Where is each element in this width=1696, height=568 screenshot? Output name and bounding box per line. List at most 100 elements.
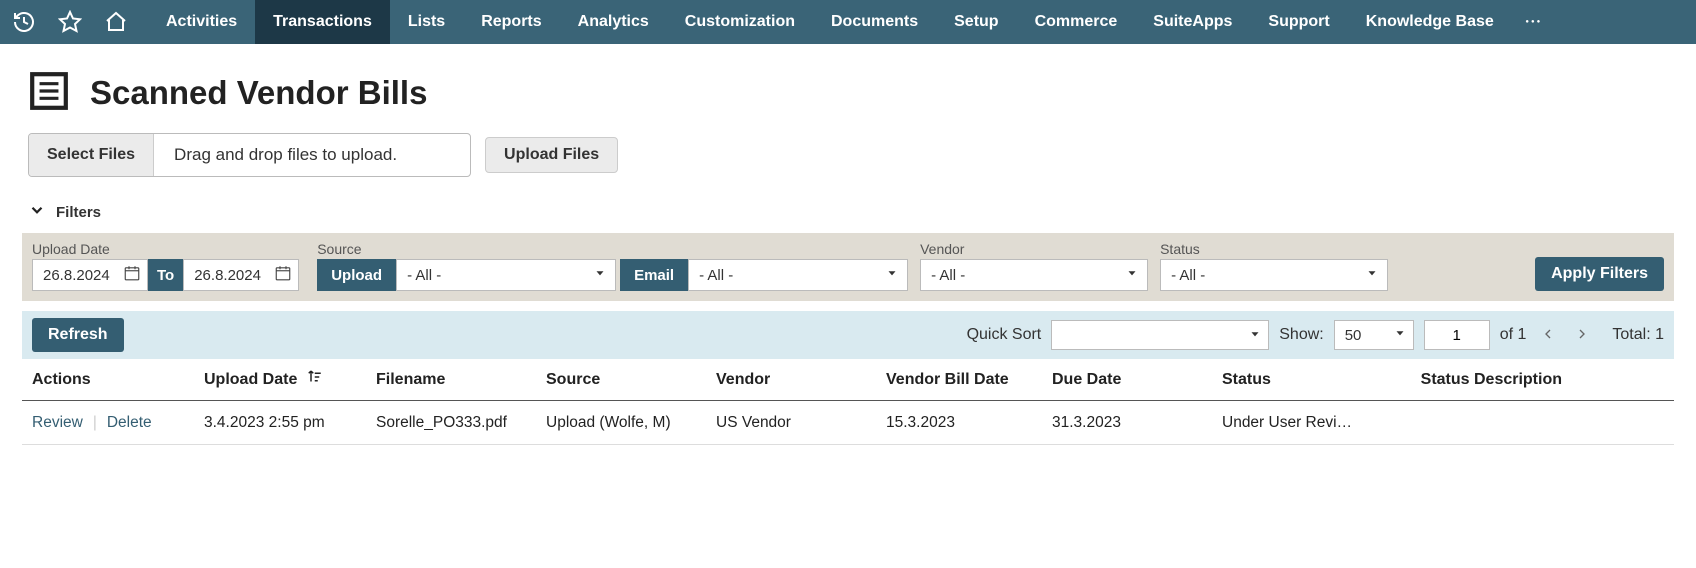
upload-files-button[interactable]: Upload Files — [485, 137, 618, 173]
filter-source: Source Upload - All - Email - All - — [317, 241, 908, 291]
home-icon[interactable] — [104, 10, 128, 34]
delete-link[interactable]: Delete — [107, 414, 152, 432]
upload-dropzone[interactable]: Select Files Drag and drop files to uplo… — [28, 133, 471, 177]
caret-down-icon — [1248, 327, 1262, 344]
cell-due-date: 31.3.2023 — [1052, 414, 1222, 432]
vendor-select[interactable]: - All - — [920, 259, 1148, 291]
top-nav: Activities Transactions Lists Reports An… — [0, 0, 1696, 44]
from-date-input[interactable]: 26.8.2024 — [32, 259, 148, 291]
calendar-icon[interactable] — [274, 264, 292, 286]
review-link[interactable]: Review — [32, 414, 83, 432]
nav-activities[interactable]: Activities — [148, 0, 255, 44]
page-input[interactable] — [1424, 320, 1490, 350]
cell-upload-date: 3.4.2023 2:55 pm — [204, 414, 376, 432]
source-email-value: - All - — [699, 267, 879, 284]
star-icon[interactable] — [58, 10, 82, 34]
vendor-value: - All - — [931, 267, 1119, 284]
table-row: Review | Delete 3.4.2023 2:55 pm Sorelle… — [22, 401, 1674, 445]
to-label: To — [148, 259, 183, 291]
filter-vendor: Vendor - All - — [914, 241, 1148, 291]
calendar-icon[interactable] — [123, 264, 141, 286]
th-source[interactable]: Source — [546, 371, 716, 389]
quicksort-select[interactable] — [1051, 320, 1269, 350]
caret-down-icon — [593, 266, 607, 284]
th-filename[interactable]: Filename — [376, 371, 546, 389]
cell-filename: Sorelle_PO333.pdf — [376, 414, 546, 432]
page-title: Scanned Vendor Bills — [90, 74, 427, 112]
caret-down-icon — [1393, 326, 1407, 344]
prev-page-button[interactable] — [1536, 326, 1560, 345]
filters-panel: Upload Date 26.8.2024 To 26.8.2024 Sourc… — [22, 233, 1674, 301]
action-separator: | — [93, 414, 97, 432]
nav-analytics[interactable]: Analytics — [560, 0, 667, 44]
data-table: Actions Upload Date Filename Source Vend… — [22, 359, 1674, 445]
top-nav-menu: Activities Transactions Lists Reports An… — [148, 0, 1556, 44]
upload-row: Select Files Drag and drop files to uplo… — [0, 133, 1696, 201]
cell-bill-date: 15.3.2023 — [886, 414, 1052, 432]
th-status-desc[interactable]: Status Description — [1392, 371, 1562, 389]
select-files-button[interactable]: Select Files — [29, 134, 154, 176]
nav-documents[interactable]: Documents — [813, 0, 936, 44]
source-email-select[interactable]: - All - — [688, 259, 908, 291]
dropzone-label: Drag and drop files to upload. — [154, 145, 470, 165]
show-select[interactable]: 50 — [1334, 320, 1414, 350]
history-icon[interactable] — [12, 10, 36, 34]
to-date-input[interactable]: 26.8.2024 — [183, 259, 299, 291]
filter-status: Status - All - — [1154, 241, 1388, 291]
nav-lists[interactable]: Lists — [390, 0, 463, 44]
cell-source: Upload (Wolfe, M) — [546, 414, 716, 432]
th-upload-date[interactable]: Upload Date — [204, 368, 376, 391]
th-upload-date-label: Upload Date — [204, 371, 297, 389]
to-date-value: 26.8.2024 — [194, 267, 268, 284]
quicksort-label: Quick Sort — [967, 326, 1042, 344]
source-upload-value: - All - — [407, 267, 587, 284]
nav-reports[interactable]: Reports — [463, 0, 559, 44]
table-header-row: Actions Upload Date Filename Source Vend… — [22, 359, 1674, 401]
th-actions[interactable]: Actions — [32, 371, 204, 389]
cell-vendor: US Vendor — [716, 414, 886, 432]
filters-label: Filters — [56, 204, 101, 221]
refresh-button[interactable]: Refresh — [32, 318, 124, 352]
status-select[interactable]: - All - — [1160, 259, 1388, 291]
from-date-value: 26.8.2024 — [43, 267, 117, 284]
filters-toggle[interactable]: Filters — [0, 201, 1696, 233]
nav-suiteapps[interactable]: SuiteApps — [1135, 0, 1250, 44]
page-header: Scanned Vendor Bills — [0, 44, 1696, 133]
show-label: Show: — [1279, 326, 1323, 344]
list-icon — [28, 70, 70, 115]
status-label: Status — [1160, 241, 1388, 257]
table-toolbar: Refresh Quick Sort Show: 50 of 1 Total: … — [22, 311, 1674, 359]
email-toggle[interactable]: Email — [620, 259, 688, 291]
nav-setup[interactable]: Setup — [936, 0, 1016, 44]
total-label: Total: 1 — [1612, 326, 1664, 344]
show-value: 50 — [1345, 327, 1362, 344]
upload-date-label: Upload Date — [32, 241, 299, 257]
toolbar-right: Quick Sort Show: 50 of 1 Total: 1 — [967, 320, 1664, 350]
th-bill-date[interactable]: Vendor Bill Date — [886, 371, 1052, 389]
vendor-label: Vendor — [920, 241, 1148, 257]
caret-down-icon — [1365, 266, 1379, 284]
nav-knowledge-base[interactable]: Knowledge Base — [1348, 0, 1512, 44]
chevron-down-icon — [28, 201, 46, 223]
filter-upload-date: Upload Date 26.8.2024 To 26.8.2024 — [32, 241, 299, 291]
nav-support[interactable]: Support — [1250, 0, 1347, 44]
caret-down-icon — [885, 266, 899, 284]
cell-status: Under User Revi… — [1222, 414, 1392, 432]
apply-filters-button[interactable]: Apply Filters — [1535, 257, 1664, 291]
source-upload-select[interactable]: - All - — [396, 259, 616, 291]
nav-customization[interactable]: Customization — [667, 0, 813, 44]
upload-toggle[interactable]: Upload — [317, 259, 396, 291]
top-nav-icons — [12, 10, 148, 34]
nav-transactions[interactable]: Transactions — [255, 0, 390, 44]
next-page-button[interactable] — [1570, 326, 1594, 345]
status-value: - All - — [1171, 267, 1359, 284]
nav-more[interactable] — [1512, 0, 1556, 44]
th-vendor[interactable]: Vendor — [716, 371, 886, 389]
sort-icon[interactable] — [305, 368, 323, 391]
th-status[interactable]: Status — [1222, 371, 1392, 389]
of-label: of 1 — [1500, 326, 1527, 344]
nav-commerce[interactable]: Commerce — [1017, 0, 1136, 44]
caret-down-icon — [1125, 266, 1139, 284]
source-label: Source — [317, 241, 908, 257]
th-due-date[interactable]: Due Date — [1052, 371, 1222, 389]
